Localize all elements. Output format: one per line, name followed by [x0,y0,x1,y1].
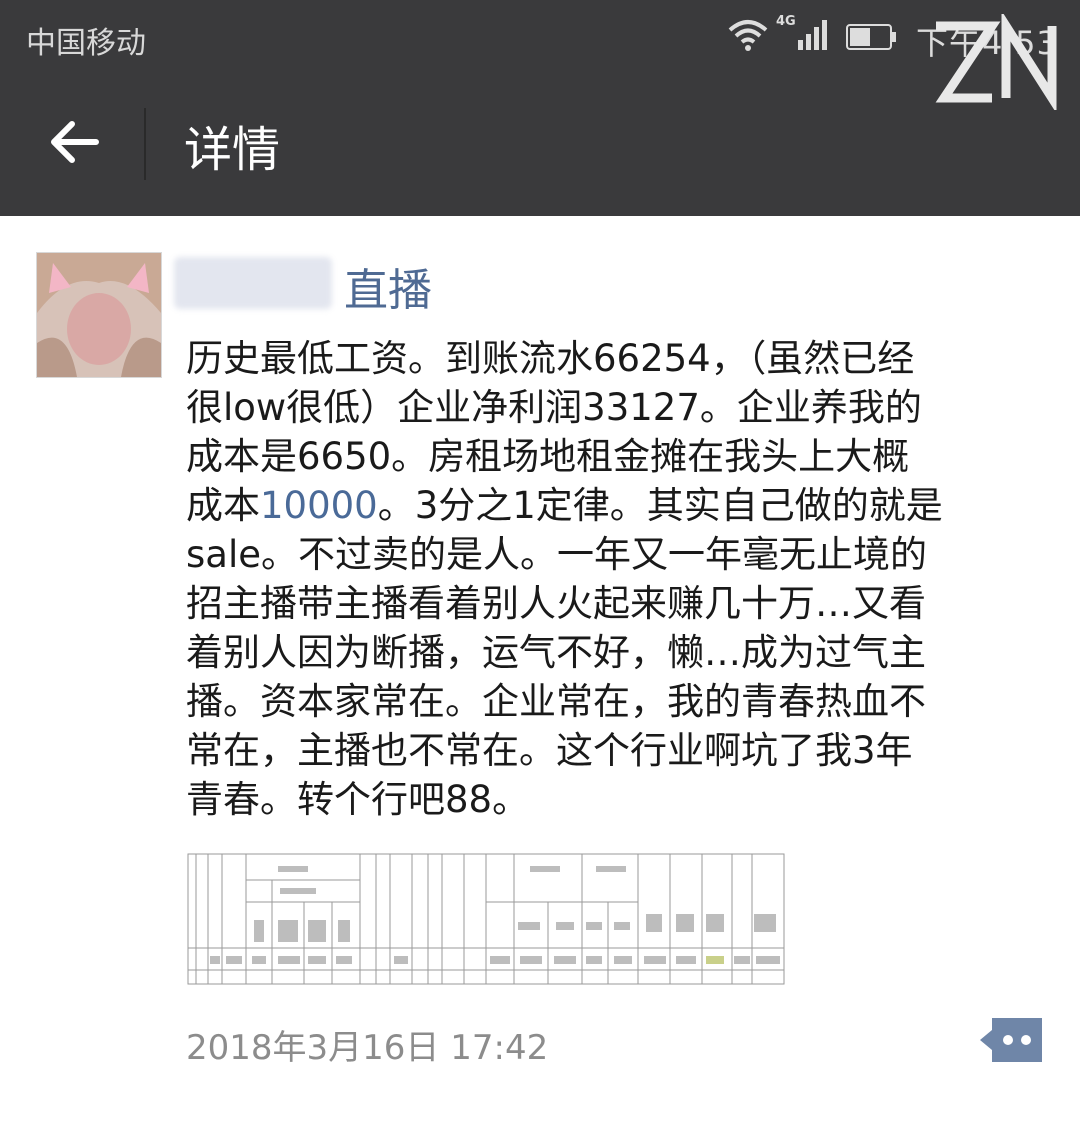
wifi-icon [728,20,768,51]
post-line: 着别人因为断播，运气不好，懒…成为过气主 [186,631,926,674]
page-title: 详情 [184,122,281,178]
author-tag[interactable]: 直播 [344,254,432,318]
top-bar: 中国移动 4G 下午4:53 详情 [0,0,1080,216]
signal-icon [798,20,827,50]
salary-table-image [186,852,786,988]
post-line: 成本10000。3分之1定律。其实自己做的就是 [186,481,1046,530]
avatar-image [37,253,161,377]
back-arrow-icon[interactable] [44,112,104,172]
post-text: 历史最低工资。到账流水66254，（虽然已经 很low很低）企业净利润33127。… [186,334,1046,824]
comment-more-icon[interactable] [978,1016,1044,1064]
status-bar: 中国移动 4G 下午4:53 [0,0,1080,76]
post-line-prefix: 成本 [186,484,260,527]
carrier-label: 中国移动 [26,26,146,61]
post-line: 成本是6650。房租场地租金摊在我头上大概 [186,435,910,478]
author-name-blurred [174,257,332,309]
post-line: 招主播带主播看着别人火起来赚几十万…又看 [186,582,926,625]
battery-icon [846,24,896,50]
number-link[interactable]: 10000 [260,484,378,527]
watermark-logo [935,14,1057,110]
post-line: 很low很低）企业净利润33127。企业养我的 [186,386,922,429]
post-timestamp: 2018年3月16日 17:42 [186,1028,549,1068]
post-line-suffix: 。3分之1定律。其实自己做的就是 [377,484,943,527]
post-line: 历史最低工资。到账流水66254，（虽然已经 [186,337,915,380]
post-line: 青春。转个行吧88。 [186,778,530,821]
post-line: 播。资本家常在。企业常在，我的青春热血不 [186,680,926,723]
avatar[interactable] [36,252,162,378]
attached-image[interactable] [186,852,786,988]
post-line: 常在，主播也不常在。这个行业啊坑了我3年 [186,729,913,772]
network-type-label: 4G [776,14,796,29]
header-divider [144,108,146,180]
post-line: sale。不过卖的是人。一年又一年毫无止境的 [186,533,927,576]
